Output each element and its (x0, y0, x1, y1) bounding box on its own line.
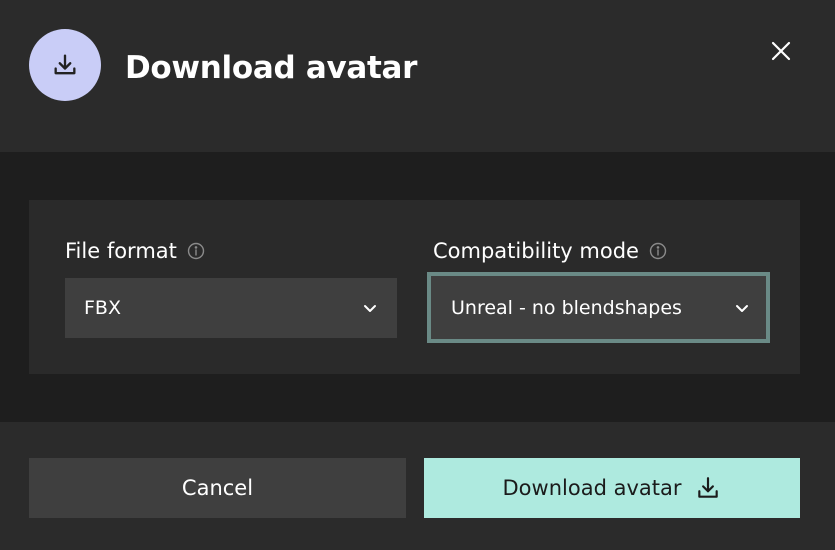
download-avatar-button[interactable]: Download avatar (424, 458, 800, 518)
info-icon[interactable] (187, 242, 205, 260)
file-format-label-row: File format (65, 236, 205, 266)
download-button-label: Download avatar (502, 476, 682, 500)
file-format-value: FBX (84, 297, 121, 319)
dialog-body: File format FBX Compatibility mode Unrea… (0, 152, 835, 422)
close-button[interactable] (763, 33, 799, 69)
chevron-down-icon (734, 300, 750, 316)
download-icon (695, 475, 721, 501)
dialog-title: Download avatar (125, 50, 418, 86)
compatibility-mode-label-row: Compatibility mode (433, 236, 667, 266)
file-format-select[interactable]: FBX (65, 278, 397, 338)
compatibility-mode-select[interactable]: Unreal - no blendshapes (427, 272, 770, 343)
compatibility-mode-value: Unreal - no blendshapes (451, 296, 682, 319)
cancel-button[interactable]: Cancel (29, 458, 406, 518)
compatibility-mode-label: Compatibility mode (433, 239, 639, 263)
export-options-panel: File format FBX Compatibility mode Unrea… (29, 200, 800, 374)
header-icon-badge (29, 29, 101, 101)
download-avatar-dialog: Download avatar File format FBX Compatib… (0, 0, 835, 550)
info-icon[interactable] (649, 242, 667, 260)
download-icon (51, 51, 79, 79)
cancel-button-label: Cancel (181, 476, 254, 500)
dialog-header: Download avatar (0, 0, 835, 152)
close-icon[interactable] (770, 40, 792, 62)
dialog-footer: Cancel Download avatar (0, 422, 835, 550)
file-format-label: File format (65, 239, 177, 263)
chevron-down-icon (362, 300, 378, 316)
